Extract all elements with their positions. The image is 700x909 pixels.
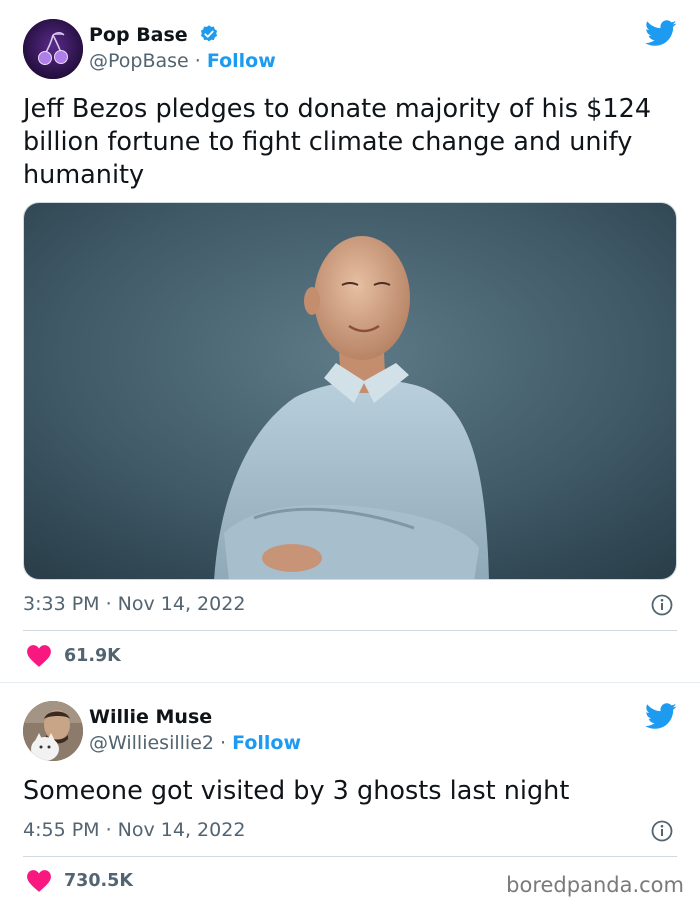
- twitter-bird-icon[interactable]: [645, 20, 677, 47]
- heart-icon: [27, 645, 51, 667]
- avatar[interactable]: [23, 701, 83, 761]
- author-name[interactable]: Pop Base: [89, 24, 219, 46]
- person-photo: [24, 203, 676, 579]
- handle-row: @Williesillie2 · Follow: [89, 732, 301, 754]
- author-name-text: Willie Muse: [89, 706, 213, 728]
- separator-dot: ·: [194, 50, 201, 72]
- tweet-timestamp[interactable]: 3:33 PM · Nov 14, 2022: [23, 593, 245, 615]
- like-button[interactable]: 730.5K: [26, 869, 133, 893]
- separator-dot: ·: [220, 732, 227, 754]
- tweet-text: Jeff Bezos pledges to donate majority of…: [23, 94, 652, 190]
- follow-button[interactable]: Follow: [207, 50, 276, 72]
- watermark-text: boredpanda.com: [506, 873, 684, 897]
- like-count: 61.9K: [64, 646, 121, 666]
- info-icon[interactable]: [650, 819, 674, 843]
- author-name[interactable]: Willie Muse: [89, 706, 212, 728]
- twitter-bird-icon[interactable]: [645, 703, 677, 730]
- like-count: 730.5K: [64, 871, 133, 891]
- author-handle[interactable]: @PopBase: [89, 50, 189, 72]
- verified-badge-icon: [201, 25, 218, 42]
- avatar[interactable]: [23, 19, 83, 79]
- tweet-timestamp[interactable]: 4:55 PM · Nov 14, 2022: [23, 819, 245, 841]
- follow-button[interactable]: Follow: [232, 732, 301, 754]
- handle-row: @PopBase · Follow: [89, 50, 276, 72]
- tweet-card: Pop Base @PopBase · Follow Jeff Bezos pl…: [0, 0, 700, 683]
- like-button[interactable]: 61.9K: [26, 644, 121, 668]
- tweet-photo[interactable]: [23, 202, 677, 580]
- divider: [23, 630, 677, 631]
- info-icon[interactable]: [650, 593, 674, 617]
- author-name-text: Pop Base: [89, 24, 188, 46]
- tweet-text: Someone got visited by 3 ghosts last nig…: [23, 776, 570, 806]
- cherry-logo-icon: [23, 19, 83, 79]
- divider: [23, 856, 677, 857]
- user-avatar-photo: [23, 701, 83, 761]
- author-handle[interactable]: @Williesillie2: [89, 732, 214, 754]
- heart-icon: [27, 870, 51, 892]
